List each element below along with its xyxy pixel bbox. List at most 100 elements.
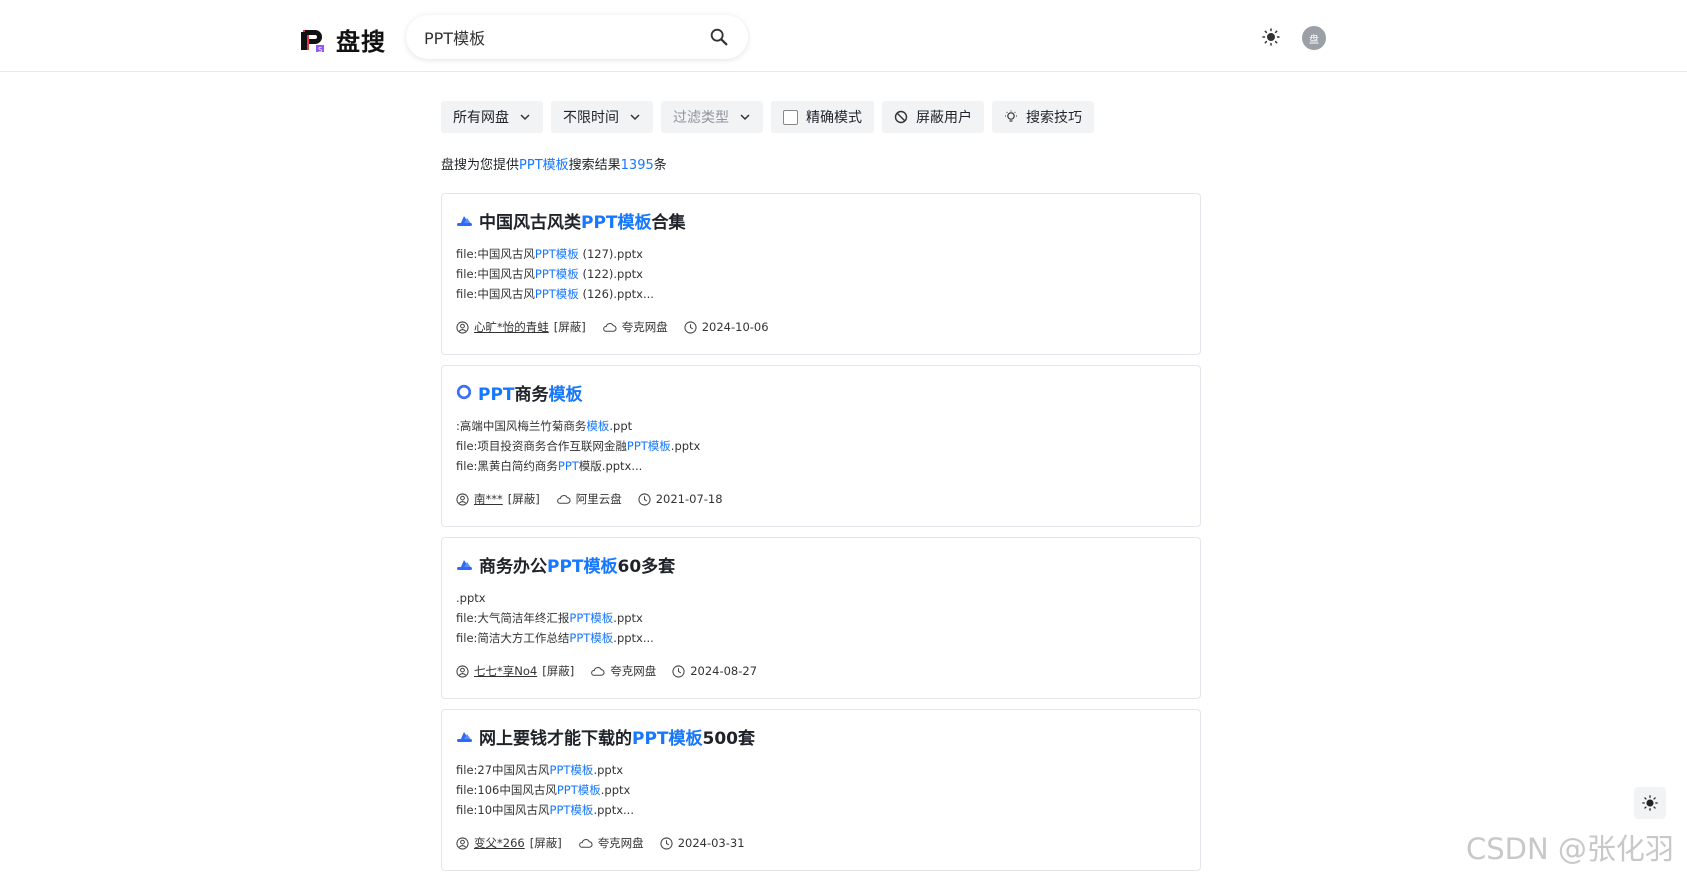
file-segment: file:10中国风古风 [456,803,550,817]
result-meta: 七七*享No4 [屏蔽] 夸克网盘 2024-08-27 [456,662,1186,680]
uploader-link[interactable]: 七七*享No4 [474,663,537,679]
result-title[interactable]: 网上要钱才能下载的PPT模板500套 [456,724,1186,749]
file-segment: (122).pptx [578,267,643,281]
exact-mode-checkbox[interactable]: 精确模式 [771,101,874,133]
result-title-text: 中国风古风类PPT模板合集 [479,208,686,233]
file-segment: file:27中国风古风 [456,763,550,777]
search-box [406,15,748,59]
uploader-link[interactable]: 心旷*怡的青蛙 [474,319,549,335]
search-icon[interactable] [708,26,730,48]
file-segment: (127).pptx [578,247,643,261]
checkbox-box[interactable] [783,109,798,125]
file-segment: 模版.pptx... [578,459,643,473]
file-line: file:中国风古风PPT模板 (122).pptx [456,264,1186,284]
filter-time-dropdown[interactable]: 不限时间 [551,101,653,133]
result-meta: 变父*266 [屏蔽] 夸克网盘 2024-03-31 [456,834,1186,852]
result-meta: 心旷*怡的青蛙 [屏蔽] 夸克网盘 2024-10-06 [456,318,1186,336]
file-line: file:项目投资商务合作互联网金融PPT模板.pptx [456,436,1186,456]
block-user-link[interactable]: [屏蔽] [554,319,586,335]
file-line: file:中国风古风PPT模板 (127).pptx [456,244,1186,264]
result-title-text: 商务办公PPT模板60多套 [479,552,675,577]
clock-icon [638,492,651,506]
floating-theme-toggle[interactable] [1634,787,1666,819]
disk-name: 夸克网盘 [597,836,644,850]
result-card[interactable]: PPT商务模板 :高端中国风梅兰竹菊商务模板.ppt file:项目投资商务合作互联… [441,365,1201,527]
disk-name: 阿里云盘 [575,492,622,506]
file-segment: PPT模板 [534,287,579,301]
user-icon [456,664,469,678]
avatar[interactable]: 盘 [1302,26,1326,50]
title-segment: 合集 [651,212,686,233]
aliyun-ring-icon [456,384,472,400]
filter-disk-dropdown[interactable]: 所有网盘 [441,101,543,133]
result-title[interactable]: 商务办公PPT模板60多套 [456,552,1186,577]
sun-icon [1642,795,1658,811]
file-segment: .ppt [609,419,633,433]
lightbulb-icon [1005,110,1017,122]
file-segment: .pptx... [613,631,654,645]
file-segment: PPT模板 [549,763,594,777]
logo-mark-icon: S [301,29,324,54]
file-segment: file:简洁大方工作总结 [456,631,570,645]
top-header: S 盘搜 盘 [0,0,1687,72]
file-segment: file:中国风古风 [456,247,535,261]
site-logo[interactable]: S 盘搜 [300,22,386,57]
file-list: :高端中国风梅兰竹菊商务模板.ppt file:项目投资商务合作互联网金融PPT模… [456,416,1186,476]
share-date: 2024-10-06 [701,320,769,334]
file-line: file:黑黄白简约商务PPT模版.pptx... [456,456,1186,476]
title-segment: 模板 [548,384,583,405]
search-input[interactable] [424,27,708,47]
ban-icon [894,110,908,124]
theme-toggle-icon[interactable] [1262,28,1280,46]
result-title[interactable]: PPT商务模板 [456,380,1186,405]
filter-label: 搜索技巧 [1026,110,1082,126]
filter-label: 精确模式 [806,110,862,126]
title-segment: 商务 [514,384,549,405]
file-line: file:中国风古风PPT模板 (126).pptx... [456,284,1186,304]
cloud-icon [590,665,605,678]
result-summary: 盘搜为您提供PPT模板搜索结果1395条 [441,154,667,173]
file-list: .pptx file:大气简洁年终汇报PPT模板.pptx file:简洁大方工作总… [456,588,1186,648]
uploader-link[interactable]: 变父*266 [474,835,525,851]
file-segment: PPT模板 [534,267,579,281]
title-segment: PPT [478,384,515,405]
file-segment: .pptx [670,439,701,453]
quark-cloud-icon [456,213,473,227]
user-icon [456,492,469,506]
result-card[interactable]: 网上要钱才能下载的PPT模板500套 file:27中国风古风PPT模板.pptx… [441,709,1201,871]
result-title-text: PPT商务模板 [478,380,583,405]
block-user-link[interactable]: [屏蔽] [530,835,562,851]
watermark: CSDN @张化羽 [1466,832,1674,866]
file-segment: PPT模板 [549,803,594,817]
block-user-link[interactable]: [屏蔽] [542,663,574,679]
filter-label: 不限时间 [563,110,619,126]
uploader-link[interactable]: 南*** [474,491,503,507]
file-segment: file:106中国风古风 [456,783,557,797]
summary-middle: 搜索结果 [568,158,621,173]
filter-label: 所有网盘 [453,110,509,126]
clock-icon [684,320,697,334]
file-segment: file:中国风古风 [456,287,535,301]
filter-label: 屏蔽用户 [916,110,972,126]
result-card[interactable]: 商务办公PPT模板60多套 .pptx file:大气简洁年终汇报PPT模板.ppt… [441,537,1201,699]
file-segment: PPT模板 [569,611,614,625]
clock-icon [672,664,685,678]
result-card[interactable]: 中国风古风类PPT模板合集 file:中国风古风PPT模板 (127).pptx f… [441,193,1201,355]
title-segment: 商务办公 [479,556,547,577]
result-title[interactable]: 中国风古风类PPT模板合集 [456,208,1186,233]
summary-keyword: PPT模板 [519,158,569,173]
cloud-icon [602,321,617,334]
chevron-down-icon [740,114,750,121]
svg-text:S: S [318,46,323,54]
file-segment: PPT模板 [556,783,601,797]
summary-count: 1395 [620,158,654,173]
quark-cloud-icon [456,557,473,571]
title-segment: 60多套 [617,556,676,577]
chevron-down-icon [520,114,530,121]
file-segment: file:黑黄白简约商务 [456,459,558,473]
search-tips-button[interactable]: 搜索技巧 [992,101,1094,133]
disk-name: 夸克网盘 [621,320,668,334]
block-user-link[interactable]: [屏蔽] [508,491,540,507]
filter-type-dropdown[interactable]: 过滤类型 [661,101,763,133]
block-users-button[interactable]: 屏蔽用户 [882,101,984,133]
